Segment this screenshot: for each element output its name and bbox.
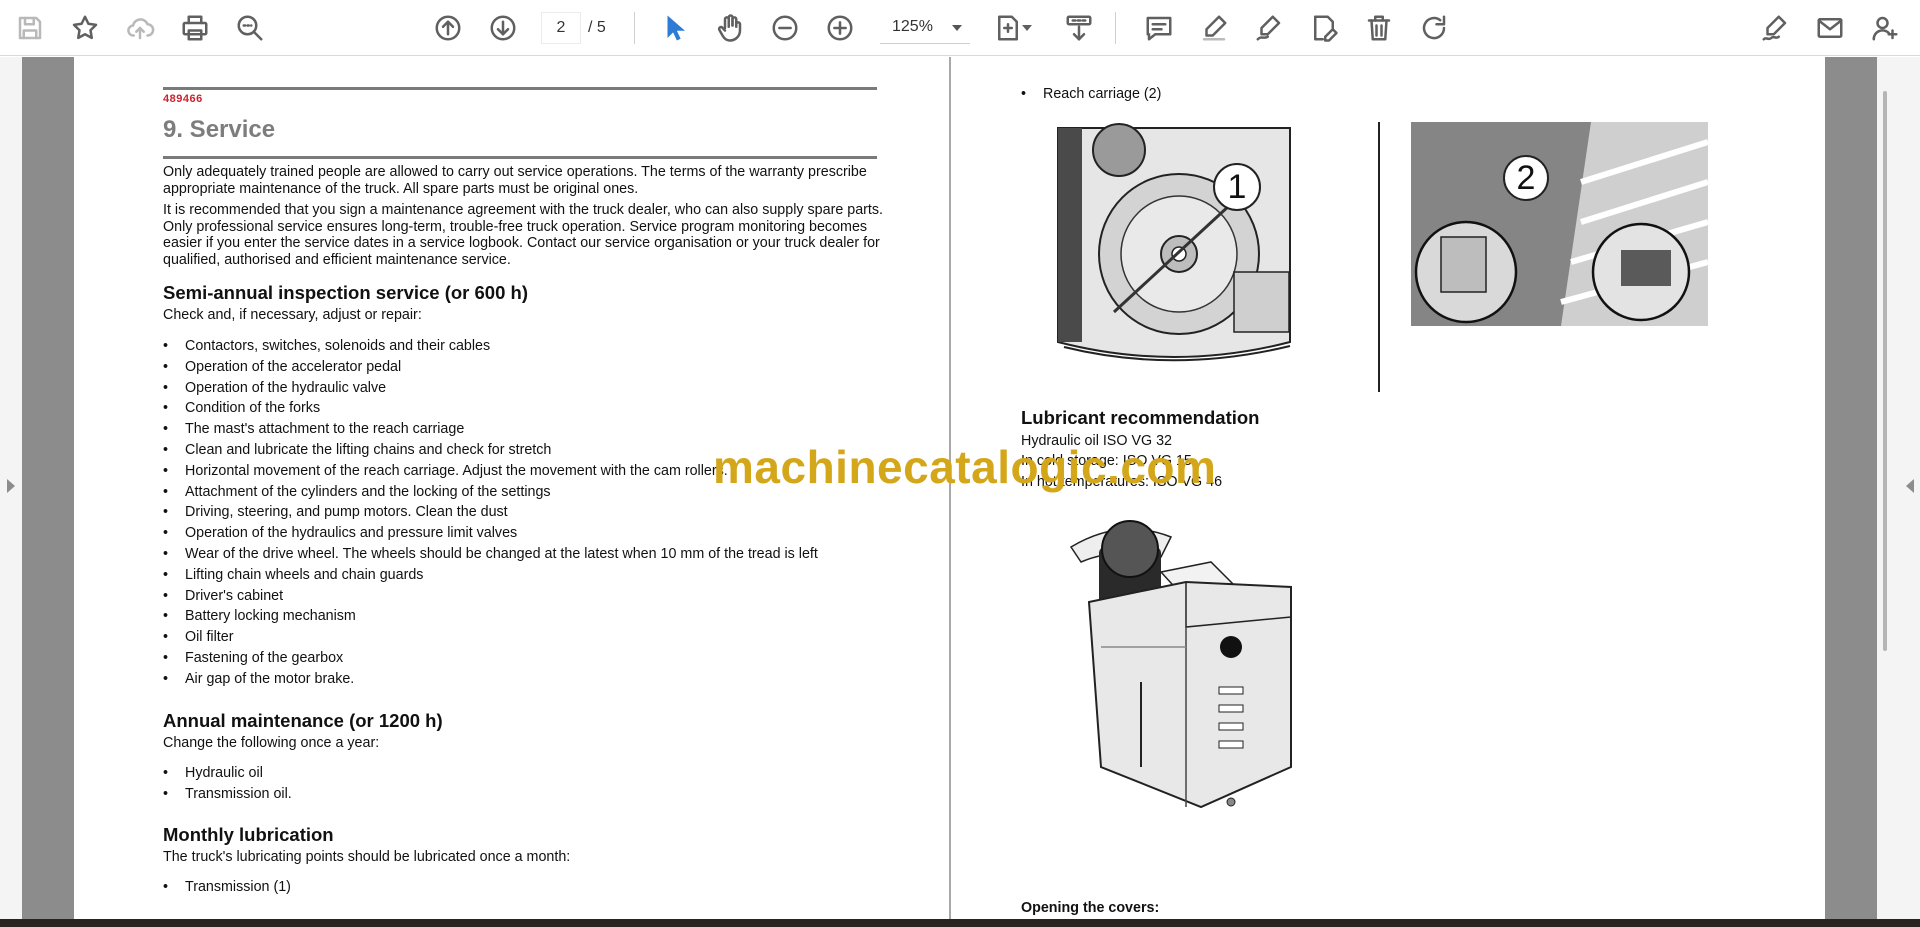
opening-covers-caption: Opening the covers: xyxy=(1021,900,1160,916)
hand-tool-icon[interactable] xyxy=(708,6,752,50)
edit-page-icon[interactable] xyxy=(1302,6,1346,50)
intro-paragraph-2: It is recommended that you sign a mainte… xyxy=(163,202,884,268)
monthly-list: Transmission (1) xyxy=(163,877,903,898)
semi-annual-list: Contactors, switches, solenoids and thei… xyxy=(163,336,903,690)
reach-carriage-figure xyxy=(1411,122,1709,326)
delete-trash-icon[interactable] xyxy=(1357,6,1401,50)
list-item: Driver's cabinet xyxy=(163,586,903,607)
add-user-icon[interactable] xyxy=(1863,6,1907,50)
semi-annual-lead: Check and, if necessary, adjust or repai… xyxy=(163,307,422,323)
annual-list: Hydraulic oil Transmission oil. xyxy=(163,763,903,805)
page-number-input[interactable]: 2 xyxy=(541,12,581,44)
next-page-icon[interactable] xyxy=(481,6,525,50)
expand-right-panel-icon[interactable] xyxy=(1906,479,1914,493)
title-rule xyxy=(163,156,877,159)
page-title: 9. Service xyxy=(163,116,276,143)
cloud-upload-icon[interactable] xyxy=(118,6,162,50)
chevron-down-icon xyxy=(952,25,962,31)
list-item: Lifting chain wheels and chain guards xyxy=(163,565,903,586)
list-item: Driving, steering, and pump motors. Clea… xyxy=(163,502,903,523)
monthly-heading: Monthly lubrication xyxy=(163,824,334,845)
page-margin-left xyxy=(22,57,74,919)
select-cursor-icon[interactable] xyxy=(653,6,697,50)
hydraulic-tank-figure xyxy=(1061,507,1301,817)
list-item: Reach carriage (2) xyxy=(1021,84,1761,104)
comment-icon[interactable] xyxy=(1137,6,1181,50)
list-item: Transmission oil. xyxy=(163,784,903,805)
find-text-icon[interactable] xyxy=(228,6,272,50)
draw-freehand-icon[interactable] xyxy=(1247,6,1291,50)
intro-paragraph-1: Only adequately trained people are allow… xyxy=(163,164,867,197)
reach-carriage-list: Reach carriage (2) xyxy=(1021,84,1761,104)
toolbar: 2 / 5 125% xyxy=(0,0,1920,56)
highlight-pen-icon[interactable] xyxy=(1192,6,1236,50)
header-rule xyxy=(163,87,877,90)
bookmark-star-icon[interactable] xyxy=(63,6,107,50)
list-item: Operation of the hydraulic valve xyxy=(163,378,903,399)
list-item: Operation of the hydraulics and pressure… xyxy=(163,523,903,544)
list-item: Air gap of the motor brake. xyxy=(163,669,903,690)
expand-left-panel-icon[interactable] xyxy=(7,479,15,493)
list-item: Battery locking mechanism xyxy=(163,606,903,627)
list-item: Wear of the drive wheel. The wheels shou… xyxy=(163,544,903,565)
rotate-redo-icon[interactable] xyxy=(1412,6,1456,50)
page-total: / 5 xyxy=(588,19,606,36)
email-icon[interactable] xyxy=(1808,6,1852,50)
zoom-select[interactable]: 125% xyxy=(880,12,970,44)
monthly-lead: The truck's lubricating points should be… xyxy=(163,849,571,865)
list-item: Hydraulic oil xyxy=(163,763,903,784)
vertical-scrollbar[interactable] xyxy=(1877,57,1898,919)
list-item: The mast's attachment to the reach carri… xyxy=(163,419,903,440)
callout-1: 1 xyxy=(1213,163,1261,211)
document-number: 489466 xyxy=(163,93,203,105)
save-icon[interactable] xyxy=(8,6,52,50)
callout-2: 2 xyxy=(1503,155,1549,201)
scrollbar-thumb[interactable] xyxy=(1883,91,1887,651)
bottom-strip xyxy=(0,919,1920,927)
watermark-text: machinecatalogic.com xyxy=(713,441,1217,493)
semi-annual-heading: Semi-annual inspection service (or 600 h… xyxy=(163,282,528,303)
page-fit-icon[interactable] xyxy=(986,6,1032,50)
annual-lead: Change the following once a year: xyxy=(163,735,380,751)
page-margin-right xyxy=(1825,57,1877,919)
figure-divider xyxy=(1378,122,1380,392)
lubricant-heading: Lubricant recommendation xyxy=(1021,407,1260,428)
sign-document-icon[interactable] xyxy=(1753,6,1797,50)
list-item: Condition of the forks xyxy=(163,398,903,419)
list-item: Contactors, switches, solenoids and thei… xyxy=(163,336,903,357)
zoom-value: 125% xyxy=(892,18,933,35)
list-item: Oil filter xyxy=(163,627,903,648)
previous-page-icon[interactable] xyxy=(426,6,470,50)
list-item: Transmission (1) xyxy=(163,877,903,898)
toolbar-divider xyxy=(1115,12,1116,44)
toolbar-divider xyxy=(634,12,635,44)
list-item: Fastening of the gearbox xyxy=(163,648,903,669)
scroll-mode-icon[interactable] xyxy=(1057,6,1101,50)
transmission-figure xyxy=(1054,122,1294,362)
zoom-out-icon[interactable] xyxy=(763,6,807,50)
print-icon[interactable] xyxy=(173,6,217,50)
chevron-down-icon xyxy=(1022,25,1032,31)
zoom-in-icon[interactable] xyxy=(818,6,862,50)
list-item: Operation of the accelerator pedal xyxy=(163,357,903,378)
annual-heading: Annual maintenance (or 1200 h) xyxy=(163,710,443,731)
